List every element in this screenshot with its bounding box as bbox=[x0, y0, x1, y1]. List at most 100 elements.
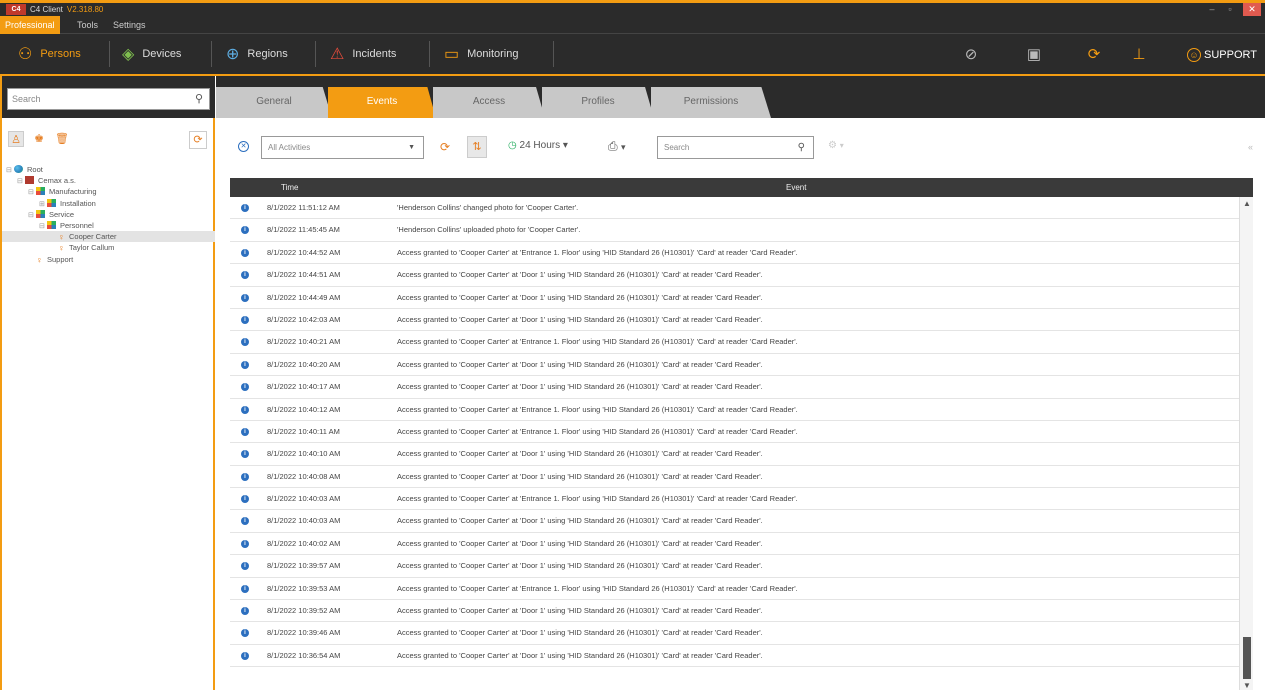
support-label: SUPPORT bbox=[1204, 49, 1257, 61]
tree-node[interactable]: ♀ Cooper Carter bbox=[2, 231, 215, 243]
person-filter-icon[interactable]: ♙ bbox=[8, 131, 24, 147]
info-icon: i bbox=[241, 427, 249, 436]
print-button[interactable]: ⎙ ▾ bbox=[608, 139, 625, 154]
table-row[interactable]: i 8/1/2022 10:40:20 AM Access granted to '… bbox=[230, 354, 1239, 377]
event-description: Access granted to 'Cooper Carter' at 'Do… bbox=[397, 471, 763, 481]
table-row[interactable]: i 8/1/2022 11:51:12 AM 'Henderson Collins'… bbox=[230, 197, 1239, 220]
menu-tools[interactable]: Tools bbox=[72, 16, 103, 34]
tree-node[interactable]: ⊟ Personnel bbox=[2, 220, 215, 231]
table-row[interactable]: i 8/1/2022 10:39:57 AM Access granted to '… bbox=[230, 555, 1239, 578]
tree-node[interactable]: ⊞ Installation bbox=[2, 198, 215, 209]
event-description: Access granted to 'Cooper Carter' at 'Do… bbox=[397, 449, 763, 459]
table-row[interactable]: i 8/1/2022 10:40:21 AM Access granted to '… bbox=[230, 331, 1239, 354]
tree-node[interactable]: ♀ Taylor Callum bbox=[2, 242, 215, 253]
column-header-event[interactable]: Event bbox=[786, 178, 806, 197]
menu-professional[interactable]: Professional bbox=[0, 16, 60, 34]
info-icon: i bbox=[241, 629, 249, 638]
scroll-down-icon[interactable]: ▼ bbox=[1240, 681, 1254, 690]
table-row[interactable]: i 8/1/2022 10:39:46 AM Access granted to '… bbox=[230, 622, 1239, 645]
activities-select[interactable]: All Activities ▼ bbox=[261, 136, 424, 159]
collapse-icon[interactable]: « bbox=[1248, 142, 1253, 152]
nav-regions[interactable]: ⊕ Regions bbox=[216, 41, 316, 67]
table-row[interactable]: i 8/1/2022 10:40:02 AM Access granted to '… bbox=[230, 533, 1239, 556]
info-icon: i bbox=[241, 651, 249, 660]
column-header-time[interactable]: Time bbox=[281, 178, 298, 197]
time-range-dropdown[interactable]: ◷ 24 Hours ▾ bbox=[508, 140, 568, 151]
main-content: General Events Access Profiles Permissio… bbox=[216, 76, 1265, 690]
save-icon[interactable]: ▣ bbox=[1023, 44, 1045, 66]
tab-permissions[interactable]: Permissions bbox=[651, 87, 771, 118]
event-description: Access granted to 'Cooper Carter' at 'Do… bbox=[397, 561, 763, 571]
tree-node[interactable]: ⊟ Manufacturing bbox=[2, 186, 215, 197]
info-icon: i bbox=[241, 539, 249, 548]
event-time: 8/1/2022 10:40:17 AM bbox=[267, 382, 341, 392]
table-row[interactable]: i 8/1/2022 10:39:53 AM Access granted to '… bbox=[230, 578, 1239, 601]
close-button[interactable]: ✕ bbox=[1243, 3, 1261, 16]
event-time: 8/1/2022 10:40:03 AM bbox=[267, 494, 341, 504]
menu-bar: Professional Tools Settings bbox=[0, 16, 1265, 34]
tab-profiles[interactable]: Profiles bbox=[542, 87, 654, 118]
settings-dropdown[interactable]: ⚙ ▾ bbox=[828, 140, 844, 151]
events-search-input[interactable]: Search ⚲ bbox=[657, 136, 814, 159]
table-row[interactable]: i 8/1/2022 10:42:03 AM Access granted to '… bbox=[230, 309, 1239, 332]
tree-node[interactable]: ⊟ Root bbox=[2, 164, 215, 175]
import-icon[interactable]: ⊥ bbox=[1128, 44, 1150, 66]
nav-persons[interactable]: ⚇ Persons bbox=[8, 41, 110, 67]
event-time: 8/1/2022 10:40:11 AM bbox=[267, 426, 340, 436]
tree-node[interactable]: ♀ Support bbox=[2, 254, 215, 265]
menu-settings[interactable]: Settings bbox=[108, 16, 151, 34]
table-row[interactable]: i 8/1/2022 10:40:10 AM Access granted to '… bbox=[230, 443, 1239, 466]
minimize-button[interactable]: – bbox=[1203, 3, 1221, 16]
info-icon: i bbox=[241, 293, 249, 302]
vertical-scrollbar[interactable]: ▲ ▼ bbox=[1239, 197, 1253, 690]
tab-events[interactable]: Events bbox=[328, 87, 436, 118]
table-row[interactable]: i 8/1/2022 10:40:12 AM Access granted to '… bbox=[230, 399, 1239, 421]
event-time: 8/1/2022 10:40:10 AM bbox=[267, 449, 341, 459]
table-row[interactable]: i 8/1/2022 10:40:17 AM Access granted to '… bbox=[230, 376, 1239, 399]
tree-refresh-icon[interactable]: ⟳ bbox=[189, 131, 207, 149]
event-description: Access granted to 'Cooper Carter' at 'En… bbox=[397, 426, 798, 436]
group-filter-icon[interactable]: ♚ bbox=[31, 131, 47, 147]
sort-toggle-icon[interactable]: ⇅ bbox=[467, 136, 487, 158]
table-row[interactable]: i 8/1/2022 10:40:08 AM Access granted to '… bbox=[230, 466, 1239, 489]
main-toolbar: ⚇ Persons ◈ Devices ⊕ Regions ⚠ Incident… bbox=[0, 34, 1265, 76]
table-row[interactable]: i 8/1/2022 10:40:11 AM Access granted to '… bbox=[230, 421, 1239, 444]
table-row[interactable]: i 8/1/2022 10:40:03 AM Access granted to '… bbox=[230, 510, 1239, 533]
trash-icon[interactable]: 🗑 bbox=[54, 131, 70, 147]
disable-icon[interactable]: ⊘ bbox=[960, 44, 982, 66]
event-time: 8/1/2022 10:39:57 AM bbox=[267, 561, 341, 571]
scroll-thumb[interactable] bbox=[1243, 637, 1251, 679]
support-button[interactable]: ☺ SUPPORT bbox=[1187, 44, 1257, 66]
clear-filter-icon[interactable]: ✕ bbox=[238, 141, 249, 152]
info-icon: i bbox=[241, 495, 249, 504]
tab-access[interactable]: Access bbox=[433, 87, 545, 118]
scroll-up-icon[interactable]: ▲ bbox=[1240, 199, 1254, 208]
refresh-icon[interactable]: ⟳ bbox=[1083, 44, 1105, 66]
event-time: 8/1/2022 10:40:12 AM bbox=[267, 404, 341, 414]
table-row[interactable]: i 8/1/2022 10:44:51 AM Access granted to '… bbox=[230, 264, 1239, 287]
tree-node[interactable]: ⊟ Service bbox=[2, 209, 215, 220]
nav-incidents[interactable]: ⚠ Incidents bbox=[320, 41, 430, 67]
tree-node[interactable]: ⊟ Cemax a.s. bbox=[2, 175, 215, 186]
tree-node-label: Cooper Carter bbox=[69, 232, 117, 242]
info-icon: i bbox=[241, 271, 249, 280]
app-name: C4 Client bbox=[30, 5, 63, 14]
printer-icon: ⎙ bbox=[608, 139, 618, 153]
refresh-icon[interactable]: ⟳ bbox=[440, 140, 450, 154]
tab-general[interactable]: General bbox=[216, 87, 332, 118]
table-row[interactable]: i 8/1/2022 10:36:54 AM Access granted to '… bbox=[230, 645, 1239, 668]
info-icon: i bbox=[241, 517, 249, 526]
table-row[interactable]: i 8/1/2022 10:44:49 AM Access granted to '… bbox=[230, 287, 1239, 309]
table-row[interactable]: i 8/1/2022 10:44:52 AM Access granted to '… bbox=[230, 242, 1239, 265]
table-row[interactable]: i 8/1/2022 11:45:45 AM 'Henderson Collins'… bbox=[230, 219, 1239, 242]
table-row[interactable]: i 8/1/2022 10:40:03 AM Access granted to '… bbox=[230, 488, 1239, 511]
event-time: 8/1/2022 10:39:52 AM bbox=[267, 606, 341, 616]
maximize-button[interactable]: ▫ bbox=[1221, 3, 1239, 16]
table-row[interactable]: i 8/1/2022 10:39:52 AM Access granted to '… bbox=[230, 600, 1239, 623]
devices-icon: ◈ bbox=[122, 46, 135, 63]
event-description: Access granted to 'Cooper Carter' at 'Do… bbox=[397, 359, 763, 369]
tree-search-input[interactable]: Search ⚲ bbox=[7, 88, 210, 110]
event-description: Access granted to 'Cooper Carter' at 'Do… bbox=[397, 650, 763, 660]
nav-devices[interactable]: ◈ Devices bbox=[112, 41, 212, 67]
nav-monitoring[interactable]: ▭ Monitoring bbox=[434, 41, 554, 67]
